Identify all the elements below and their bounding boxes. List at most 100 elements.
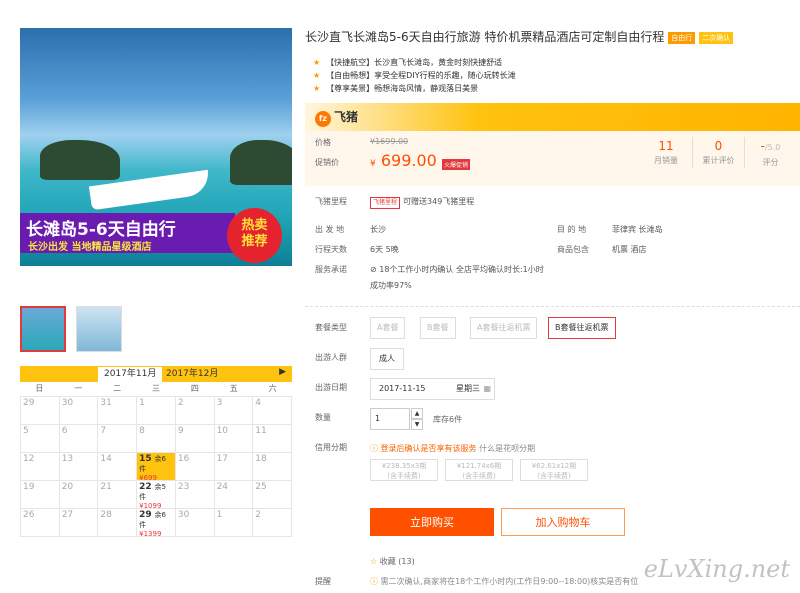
calendar-day: 13 [59,453,99,481]
trip-info: 飞猪里程 飞猪里程 可赠送349飞猪里程 出 发 地 长沙 目 的 地 菲律宾 长… [305,192,800,294]
calendar-day: 29 [21,397,60,425]
points-tag: 飞猪里程 [370,197,401,209]
calendar-day: 1 [214,509,254,537]
day-number: 2 [177,398,184,408]
weekday-label: 三 [151,384,160,393]
calendar-day: 2 [175,397,215,425]
calendar-day-available[interactable]: 15 余6件 ¥699 [137,453,176,482]
date-picker[interactable]: 2017-11-15 星期三 ▦ [370,378,495,400]
currency-symbol: ¥ [370,159,376,169]
departure-calendar: 2017年11月 2017年12月 ▶ 日一二三四五六 29 30 31 1 2 3 4 5 6… [20,366,292,538]
rating: -/5.0 评分 [744,137,796,168]
day-number: 30 [61,398,74,408]
rating-max: /5.0 [764,143,781,152]
review-count-label: 累计评价 [702,156,735,165]
month-tab-active[interactable]: 2017年11月 [98,367,163,382]
package-option-b[interactable]: B套餐 [420,317,456,339]
island-shape [40,140,120,180]
day-number: 27 [61,510,74,520]
installment-notice: ⓘ 登录后确认是否享有该服务 什么是花呗分期 [370,443,535,454]
installment-options: 信用分期 ⓘ 登录后确认是否享有该服务 什么是花呗分期 ¥238.35x3期 (含… [305,439,800,491]
installment-6-price: ¥121.74x6期 [456,462,502,470]
day-number: 18 [255,454,267,464]
day-number: 2 [255,510,262,520]
feature-item: ★ 【快捷航空】长沙直飞长滩岛，黄金时刻快捷舒适 [313,56,800,69]
installment-3[interactable]: ¥238.35x3期 (含手续费) [370,459,438,481]
day-number: 17 [216,454,229,464]
feature-item: ★ 【尊享美景】畅想海岛风情，静观落日美景 [313,82,800,95]
package-option-a[interactable]: A套餐 [370,317,406,339]
installment-6[interactable]: ¥121.74x6期 (含手续费) [445,459,513,481]
calendar-day: 21 [98,481,138,509]
from-label: 出 发 地 [315,225,345,234]
calendar-day: 11 [253,425,292,453]
day-number: 12 [23,454,35,464]
promo-price: ¥ 699.00 [370,151,437,170]
calendar-day: 20 [59,481,99,509]
weekday-label: 六 [268,384,277,393]
day-number: 30 [177,510,190,520]
promise-value: ⊘ 18个工作小时内确认 全店平均确认时长:1小时 [370,260,544,280]
calendar-day: 14 [98,453,138,481]
calendar-day: 30 [59,397,99,425]
product-info: 长沙直飞长滩岛5-6天自由行旅游 特价机票精品酒店可定制自由行程 自由行 二次确… [305,28,800,586]
installment-3-price: ¥238.35x3期 [381,462,427,470]
thumbnail-1[interactable] [20,306,66,352]
day-number: 29 [139,510,152,520]
date-value: 2017-11-15 [379,384,426,393]
quantity-down-icon[interactable]: ▼ [411,419,423,430]
calendar-day: 8 [137,425,176,453]
installment-12-note: (含手续费) [537,472,571,480]
promise-row-2: 成功率97% [305,280,800,294]
price-box: 价格 ¥1699.00 促销价 ¥ 699.00 火爆促销 11 月销量 0 累计评… [305,131,800,186]
day-number: 1 [139,398,145,408]
installment-help-link[interactable]: 什么是花呗分期 [479,444,535,453]
hot-label-2: 推荐 [241,234,268,249]
installment-12[interactable]: ¥62.61x12期 (含手续费) [520,459,588,481]
crowd-options: 出游人群 成人 [305,345,800,373]
month-tab-next[interactable]: 2017年12月 [160,367,224,382]
calendar-day-available[interactable]: 22 余5件 ¥1099 [137,481,176,510]
promise-text-2: 成功率97% [370,281,412,290]
review-count[interactable]: 0 累计评价 [692,137,744,168]
quantity-input[interactable]: 1 [370,408,410,430]
calendar-day: 6 [59,425,99,453]
day-number: 22 [139,482,152,492]
days-row: 行程天数 6天 5晚 商品包含 机票 酒店 [305,240,800,260]
calendar-header: 2017年11月 2017年12月 ▶ [20,366,292,382]
section-divider [305,306,800,307]
crowd-option-adult[interactable]: 成人 [370,348,404,370]
route-row: 出 发 地 长沙 目 的 地 菲律宾 长滩岛 [305,220,800,240]
day-number: 20 [61,482,74,492]
product-main-image[interactable]: 长滩岛5-6天自由行 长沙出发 当地精品星级酒店 热卖 推荐 [20,28,292,266]
buy-now-button[interactable]: 立即购买 [370,508,494,536]
weekday-label: 日 [35,384,44,393]
product-title-text: 长沙直飞长滩岛5-6天自由行旅游 特价机票精品酒店可定制自由行程 [305,30,665,44]
promo-tag: 火爆促销 [442,159,471,170]
monthly-sales: 11 月销量 [640,137,692,168]
image-banner: 长滩岛5-6天自由行 长沙出发 当地精品星级酒店 [20,213,235,253]
calendar-day: 9 [175,425,215,453]
package-option-b-flight[interactable]: B套餐往返机票 [548,317,616,339]
day-number: 19 [23,482,35,492]
feature-item: ★ 【自由畅想】享受全程DIY行程的乐趣，随心玩转长滩 [313,69,800,82]
weekday-label: 四 [190,384,199,393]
star-icon: ★ [313,71,321,80]
calendar-day: 19 [21,481,60,509]
quantity-up-icon[interactable]: ▲ [411,408,423,419]
package-option-a-flight[interactable]: A套餐往返机票 [470,317,538,339]
gallery-column: 长滩岛5-6天自由行 长沙出发 当地精品星级酒店 热卖 推荐 2017年11月 … [20,28,292,538]
thumbnail-2[interactable] [76,306,122,352]
installment-login-link[interactable]: 登录后确认是否享有该服务 [381,444,477,453]
reminder-message: 需二次确认,商家将在18个工作小时内(工作日9:00--18:00)核实是否有位 [380,577,639,586]
calendar-day-available[interactable]: 29 余6件 ¥1399 [137,509,176,538]
day-number: 16 [177,454,190,464]
add-to-cart-button[interactable]: 加入购物车 [501,508,625,536]
day-number: 5 [23,426,29,436]
banner-subtitle: 长沙出发 当地精品星级酒店 [28,242,152,253]
next-month-icon[interactable]: ▶ [279,367,286,377]
calendar-day: 18 [253,453,292,481]
favorite-link[interactable]: ☆ 收藏 (13) [370,556,415,567]
star-icon: ★ [313,58,321,67]
to-value: 菲律宾 长滩岛 [612,225,663,234]
